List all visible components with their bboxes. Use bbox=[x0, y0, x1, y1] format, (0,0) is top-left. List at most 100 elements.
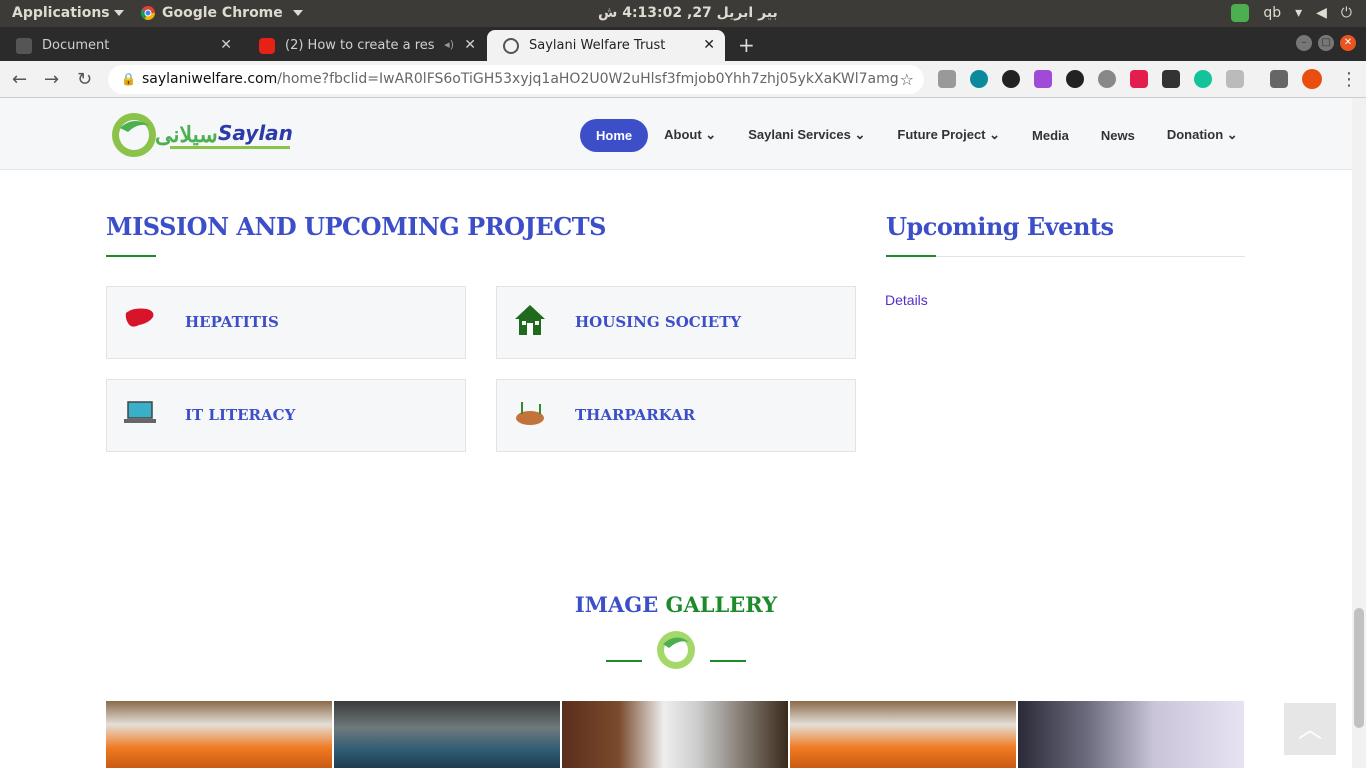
events-underline bbox=[886, 255, 936, 257]
download-icon[interactable] bbox=[1098, 70, 1116, 88]
nav-news[interactable]: News bbox=[1085, 119, 1151, 152]
extension-hand-icon[interactable] bbox=[1226, 70, 1244, 88]
audio-icon[interactable]: ◂) bbox=[444, 38, 454, 51]
project-card-it-literacy[interactable]: IT LITERACY bbox=[106, 379, 466, 452]
lock-icon: 🔒 bbox=[121, 72, 136, 86]
profile-avatar[interactable] bbox=[1302, 69, 1322, 89]
nav-label: News bbox=[1100, 127, 1135, 143]
close-icon[interactable]: ✕ bbox=[464, 37, 476, 53]
forward-icon[interactable]: → bbox=[44, 69, 59, 90]
house-icon bbox=[515, 305, 545, 335]
url-path: /home?fbclid=IwAR0lFS6oTiGH53xyjq1aHO2U0… bbox=[277, 71, 899, 87]
gallery-divider-left bbox=[606, 660, 642, 662]
globe-icon bbox=[503, 37, 519, 54]
project-card-tharparkar[interactable]: THARPARKAR bbox=[496, 379, 856, 452]
close-icon[interactable]: ✕ bbox=[220, 37, 232, 53]
gallery-title: IMAGE GALLERY bbox=[0, 592, 1352, 617]
tab-youtube[interactable]: (2) How to create a respo ◂) ✕ bbox=[243, 30, 486, 61]
gallery-title-a: IMAGE bbox=[574, 592, 659, 617]
gallery-divider-right bbox=[710, 660, 746, 662]
chrome-app-menu[interactable]: Google Chrome bbox=[140, 5, 303, 21]
svg-text:سیلانی: سیلانی bbox=[155, 122, 218, 148]
extension-grammarly-icon[interactable] bbox=[1194, 70, 1212, 88]
extension-github-icon[interactable] bbox=[1066, 70, 1084, 88]
url-host: saylaniwelfare.com bbox=[142, 71, 278, 87]
site-header: سیلانی Saylani Home About ⌄ Saylani Serv… bbox=[0, 98, 1352, 170]
tray-text[interactable]: qb bbox=[1263, 5, 1281, 21]
extension-purple-icon[interactable] bbox=[1034, 70, 1052, 88]
laptop-icon bbox=[124, 401, 156, 423]
menu-dots-icon[interactable]: ⋮ bbox=[1340, 69, 1358, 90]
project-card-housing-society[interactable]: HOUSING SOCIETY bbox=[496, 286, 856, 359]
nav-saylani-services[interactable]: Saylani Services ⌄ bbox=[732, 118, 881, 152]
update-icon[interactable] bbox=[1231, 4, 1250, 22]
events-divider bbox=[886, 256, 1245, 257]
page-scrollbar[interactable] bbox=[1352, 98, 1366, 768]
card-label: IT LITERACY bbox=[185, 406, 296, 424]
new-tab-button[interactable]: + bbox=[738, 33, 755, 57]
gallery-image[interactable] bbox=[106, 701, 332, 768]
nav-about[interactable]: About ⌄ bbox=[648, 118, 732, 152]
address-bar[interactable]: 🔒 saylaniwelfare.com/home?fbclid=IwAR0lF… bbox=[108, 65, 924, 94]
chevron-down-icon bbox=[292, 10, 303, 16]
gallery-image[interactable] bbox=[562, 701, 788, 768]
tab-document[interactable]: Document ✕ bbox=[0, 30, 242, 61]
events-title: Upcoming Events bbox=[886, 212, 1114, 241]
mission-underline bbox=[106, 255, 156, 257]
clock[interactable]: بیر ابریل 27, 4:13:02 ش bbox=[598, 5, 778, 21]
chevron-down-icon: ⌄ bbox=[989, 127, 1001, 142]
maximize-button[interactable]: □ bbox=[1318, 35, 1334, 51]
bookmark-star-icon[interactable]: ☆ bbox=[900, 65, 914, 94]
minimize-button[interactable]: – bbox=[1296, 35, 1312, 51]
card-label: THARPARKAR bbox=[575, 406, 696, 424]
tab-saylani[interactable]: Saylani Welfare Trust ✕ bbox=[487, 30, 725, 61]
card-label: HOUSING SOCIETY bbox=[575, 313, 742, 331]
extension-pocket-icon[interactable] bbox=[1130, 70, 1148, 88]
wifi-icon[interactable]: ▾ bbox=[1295, 5, 1302, 21]
nav-label: Media bbox=[1032, 127, 1069, 143]
close-icon[interactable]: ✕ bbox=[703, 37, 715, 53]
gallery-image[interactable] bbox=[1018, 701, 1244, 768]
details-link[interactable]: Details bbox=[885, 292, 928, 308]
extension-cube-icon[interactable] bbox=[938, 70, 956, 88]
window-close-button[interactable]: ✕ bbox=[1340, 35, 1356, 51]
gallery-image[interactable] bbox=[334, 701, 560, 768]
extension-teal-icon[interactable] bbox=[970, 70, 988, 88]
tab-title: (2) How to create a respo bbox=[285, 38, 435, 53]
nav-label: Saylani Services bbox=[748, 127, 851, 142]
tab-strip: Document ✕ (2) How to create a respo ◂) … bbox=[0, 27, 1366, 61]
chevron-down-icon bbox=[113, 10, 124, 16]
extension-save-icon[interactable] bbox=[1162, 70, 1180, 88]
project-card-hepatitis[interactable]: HEPATITIS bbox=[106, 286, 466, 359]
chevron-up-icon: ︿ bbox=[1298, 715, 1322, 743]
chevron-down-icon: ⌄ bbox=[705, 127, 717, 142]
nav-future-project[interactable]: Future Project ⌄ bbox=[881, 118, 1016, 152]
web-page: سیلانی Saylani Home About ⌄ Saylani Serv… bbox=[0, 98, 1352, 768]
nav-media[interactable]: Media bbox=[1016, 119, 1085, 152]
tab-title: Saylani Welfare Trust bbox=[529, 38, 666, 53]
reload-icon[interactable]: ↻ bbox=[77, 69, 92, 90]
applications-menu[interactable]: Applications bbox=[12, 5, 124, 21]
extension-ublock-icon[interactable] bbox=[1002, 70, 1020, 88]
scroll-to-top-button[interactable]: ︿ bbox=[1284, 703, 1336, 755]
document-favicon-icon bbox=[16, 37, 32, 54]
main-nav: Home About ⌄ Saylani Services ⌄ Future P… bbox=[580, 118, 1254, 152]
nav-label: About bbox=[664, 127, 702, 142]
power-icon[interactable]: ⏻ bbox=[1341, 5, 1352, 21]
volume-icon[interactable]: ◀ bbox=[1316, 5, 1327, 21]
gallery-image[interactable] bbox=[790, 701, 1016, 768]
saylani-logo[interactable]: سیلانی Saylani bbox=[110, 110, 292, 160]
card-label: HEPATITIS bbox=[185, 313, 279, 331]
nav-donation[interactable]: Donation ⌄ bbox=[1151, 118, 1254, 152]
back-icon[interactable]: ← bbox=[12, 69, 27, 90]
nav-label: Donation bbox=[1166, 127, 1224, 142]
app-name: Google Chrome bbox=[162, 5, 283, 21]
nav-label: Future Project bbox=[897, 127, 986, 142]
mission-title: MISSION AND UPCOMING PROJECTS bbox=[106, 212, 607, 241]
tab-title: Document bbox=[42, 38, 110, 53]
media-icon[interactable] bbox=[1270, 70, 1288, 88]
nav-home[interactable]: Home bbox=[580, 118, 649, 152]
svg-text:Saylani: Saylani bbox=[218, 121, 292, 145]
system-top-bar: Applications Google Chrome بیر ابریل 27,… bbox=[0, 0, 1366, 27]
scrollbar-thumb[interactable] bbox=[1354, 608, 1364, 728]
